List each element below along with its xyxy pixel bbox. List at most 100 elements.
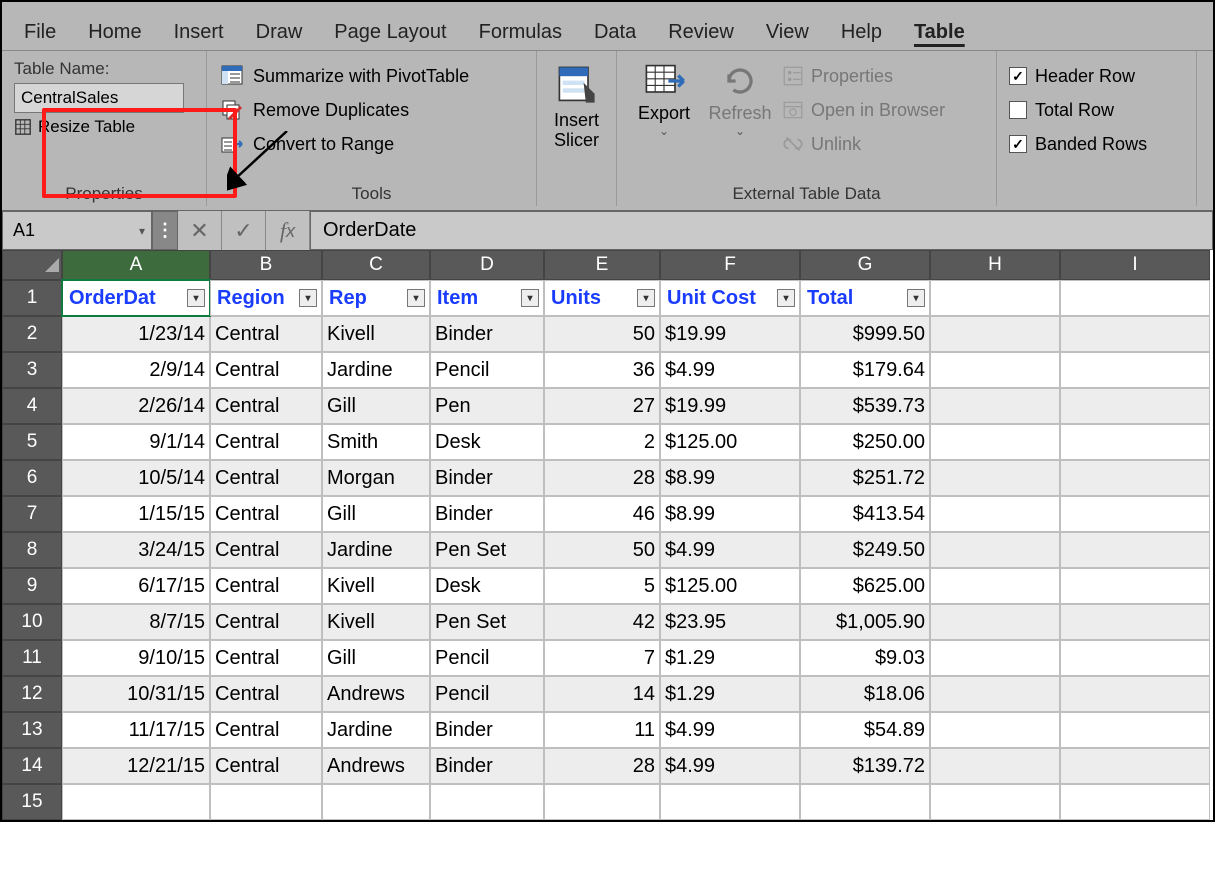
tab-draw[interactable]: Draw bbox=[240, 13, 319, 50]
summarize-pivottable-button[interactable]: Summarize with PivotTable bbox=[219, 59, 524, 93]
header-row-checkbox[interactable]: ✓Header Row bbox=[1009, 59, 1184, 93]
cell[interactable]: Binder bbox=[430, 748, 544, 784]
cell[interactable]: Morgan bbox=[322, 460, 430, 496]
cell[interactable]: Central bbox=[210, 676, 322, 712]
tab-review[interactable]: Review bbox=[652, 13, 750, 50]
filter-dropdown-icon[interactable]: ▾ bbox=[907, 289, 925, 307]
cell[interactable] bbox=[930, 316, 1060, 352]
cell[interactable]: Pencil bbox=[430, 352, 544, 388]
cell[interactable] bbox=[930, 712, 1060, 748]
cell[interactable]: 1/15/15 bbox=[62, 496, 210, 532]
cell[interactable] bbox=[800, 784, 930, 820]
cell[interactable]: 5 bbox=[544, 568, 660, 604]
cell[interactable] bbox=[1060, 604, 1210, 640]
tab-insert[interactable]: Insert bbox=[158, 13, 240, 50]
name-box[interactable]: A1 bbox=[2, 211, 152, 250]
filter-dropdown-icon[interactable]: ▾ bbox=[299, 289, 317, 307]
total-row-checkbox[interactable]: Total Row bbox=[1009, 93, 1184, 127]
row-header[interactable]: 4 bbox=[2, 388, 62, 424]
cell[interactable]: $413.54 bbox=[800, 496, 930, 532]
cell[interactable]: Central bbox=[210, 424, 322, 460]
filter-dropdown-icon[interactable]: ▾ bbox=[637, 289, 655, 307]
cell[interactable]: 42 bbox=[544, 604, 660, 640]
cell[interactable] bbox=[1060, 496, 1210, 532]
cell[interactable]: $19.99 bbox=[660, 316, 800, 352]
cell[interactable]: 46 bbox=[544, 496, 660, 532]
row-header[interactable]: 2 bbox=[2, 316, 62, 352]
cell[interactable]: Kivell bbox=[322, 604, 430, 640]
tab-file[interactable]: File bbox=[8, 13, 72, 50]
cell[interactable]: $251.72 bbox=[800, 460, 930, 496]
cell[interactable] bbox=[930, 424, 1060, 460]
cell[interactable] bbox=[930, 604, 1060, 640]
cell[interactable]: 50 bbox=[544, 316, 660, 352]
cell[interactable]: $4.99 bbox=[660, 352, 800, 388]
cell[interactable]: Jardine bbox=[322, 352, 430, 388]
column-header-G[interactable]: G bbox=[800, 250, 930, 280]
row-header[interactable]: 6 bbox=[2, 460, 62, 496]
cell[interactable]: Kivell bbox=[322, 316, 430, 352]
cell[interactable]: 14 bbox=[544, 676, 660, 712]
cell[interactable]: $999.50 bbox=[800, 316, 930, 352]
cell[interactable]: Kivell bbox=[322, 568, 430, 604]
cell[interactable] bbox=[1060, 460, 1210, 496]
row-header[interactable]: 10 bbox=[2, 604, 62, 640]
row-header[interactable]: 8 bbox=[2, 532, 62, 568]
banded-rows-checkbox[interactable]: ✓Banded Rows bbox=[1009, 127, 1184, 161]
row-header[interactable]: 15 bbox=[2, 784, 62, 820]
cell[interactable] bbox=[210, 784, 322, 820]
cell[interactable]: Central bbox=[210, 640, 322, 676]
filter-dropdown-icon[interactable]: ▾ bbox=[187, 289, 205, 307]
row-header[interactable]: 3 bbox=[2, 352, 62, 388]
cell[interactable]: 1/23/14 bbox=[62, 316, 210, 352]
insert-function-button[interactable]: fx bbox=[266, 211, 310, 250]
cell[interactable] bbox=[930, 352, 1060, 388]
table-header-cell[interactable]: Item▾ bbox=[430, 280, 544, 316]
cell[interactable]: 2/26/14 bbox=[62, 388, 210, 424]
cell[interactable]: Jardine bbox=[322, 712, 430, 748]
row-header[interactable]: 14 bbox=[2, 748, 62, 784]
row-header[interactable]: 1 bbox=[2, 280, 62, 316]
cell[interactable]: $4.99 bbox=[660, 712, 800, 748]
cell[interactable] bbox=[660, 784, 800, 820]
tab-formulas[interactable]: Formulas bbox=[463, 13, 578, 50]
resize-table-button[interactable]: Resize Table bbox=[14, 117, 194, 137]
column-header-E[interactable]: E bbox=[544, 250, 660, 280]
cell[interactable]: Central bbox=[210, 748, 322, 784]
cell[interactable] bbox=[1060, 568, 1210, 604]
cell[interactable]: $539.73 bbox=[800, 388, 930, 424]
cell[interactable]: $23.95 bbox=[660, 604, 800, 640]
cell[interactable] bbox=[322, 784, 430, 820]
tab-home[interactable]: Home bbox=[72, 13, 157, 50]
table-header-cell[interactable]: OrderDat▾ bbox=[62, 280, 210, 316]
table-header-cell[interactable]: Units▾ bbox=[544, 280, 660, 316]
cell[interactable]: Central bbox=[210, 712, 322, 748]
cancel-formula-button[interactable]: ✕ bbox=[178, 211, 222, 250]
cell[interactable]: 9/10/15 bbox=[62, 640, 210, 676]
insert-slicer-button[interactable]: InsertSlicer bbox=[537, 51, 617, 206]
cell[interactable]: 7 bbox=[544, 640, 660, 676]
cell[interactable]: Central bbox=[210, 604, 322, 640]
column-header-C[interactable]: C bbox=[322, 250, 430, 280]
row-header[interactable]: 11 bbox=[2, 640, 62, 676]
cell[interactable]: Central bbox=[210, 460, 322, 496]
filter-dropdown-icon[interactable]: ▾ bbox=[521, 289, 539, 307]
cell[interactable]: Central bbox=[210, 496, 322, 532]
cell[interactable]: Pen Set bbox=[430, 604, 544, 640]
cell[interactable] bbox=[930, 496, 1060, 532]
cell[interactable]: Pen bbox=[430, 388, 544, 424]
cell[interactable] bbox=[1060, 388, 1210, 424]
cell[interactable]: 8/7/15 bbox=[62, 604, 210, 640]
cell[interactable] bbox=[930, 460, 1060, 496]
cell[interactable]: 6/17/15 bbox=[62, 568, 210, 604]
cell[interactable]: Jardine bbox=[322, 532, 430, 568]
cell[interactable]: 2/9/14 bbox=[62, 352, 210, 388]
cell[interactable] bbox=[930, 388, 1060, 424]
column-header-F[interactable]: F bbox=[660, 250, 800, 280]
cell[interactable] bbox=[430, 784, 544, 820]
cell[interactable]: $1,005.90 bbox=[800, 604, 930, 640]
cell[interactable]: $179.64 bbox=[800, 352, 930, 388]
filter-dropdown-icon[interactable]: ▾ bbox=[407, 289, 425, 307]
tab-page-layout[interactable]: Page Layout bbox=[318, 13, 462, 50]
cell[interactable]: 10/5/14 bbox=[62, 460, 210, 496]
